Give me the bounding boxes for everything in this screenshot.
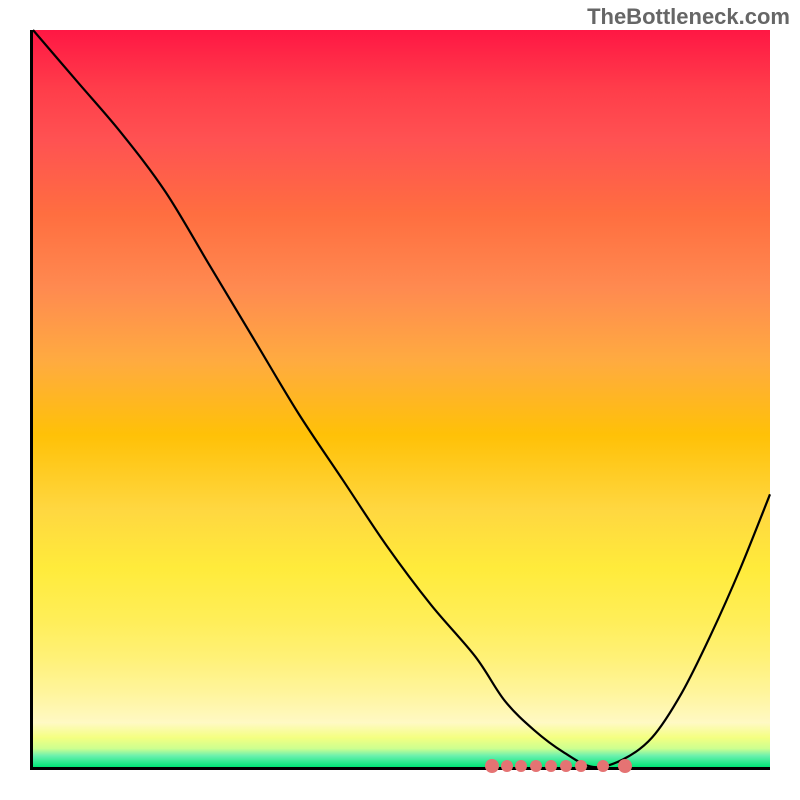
curve-path [33,30,770,767]
chart-container: TheBottleneck.com [0,0,800,800]
bottleneck-curve [33,30,770,767]
watermark-text: TheBottleneck.com [587,4,790,30]
plot-area [30,30,770,770]
